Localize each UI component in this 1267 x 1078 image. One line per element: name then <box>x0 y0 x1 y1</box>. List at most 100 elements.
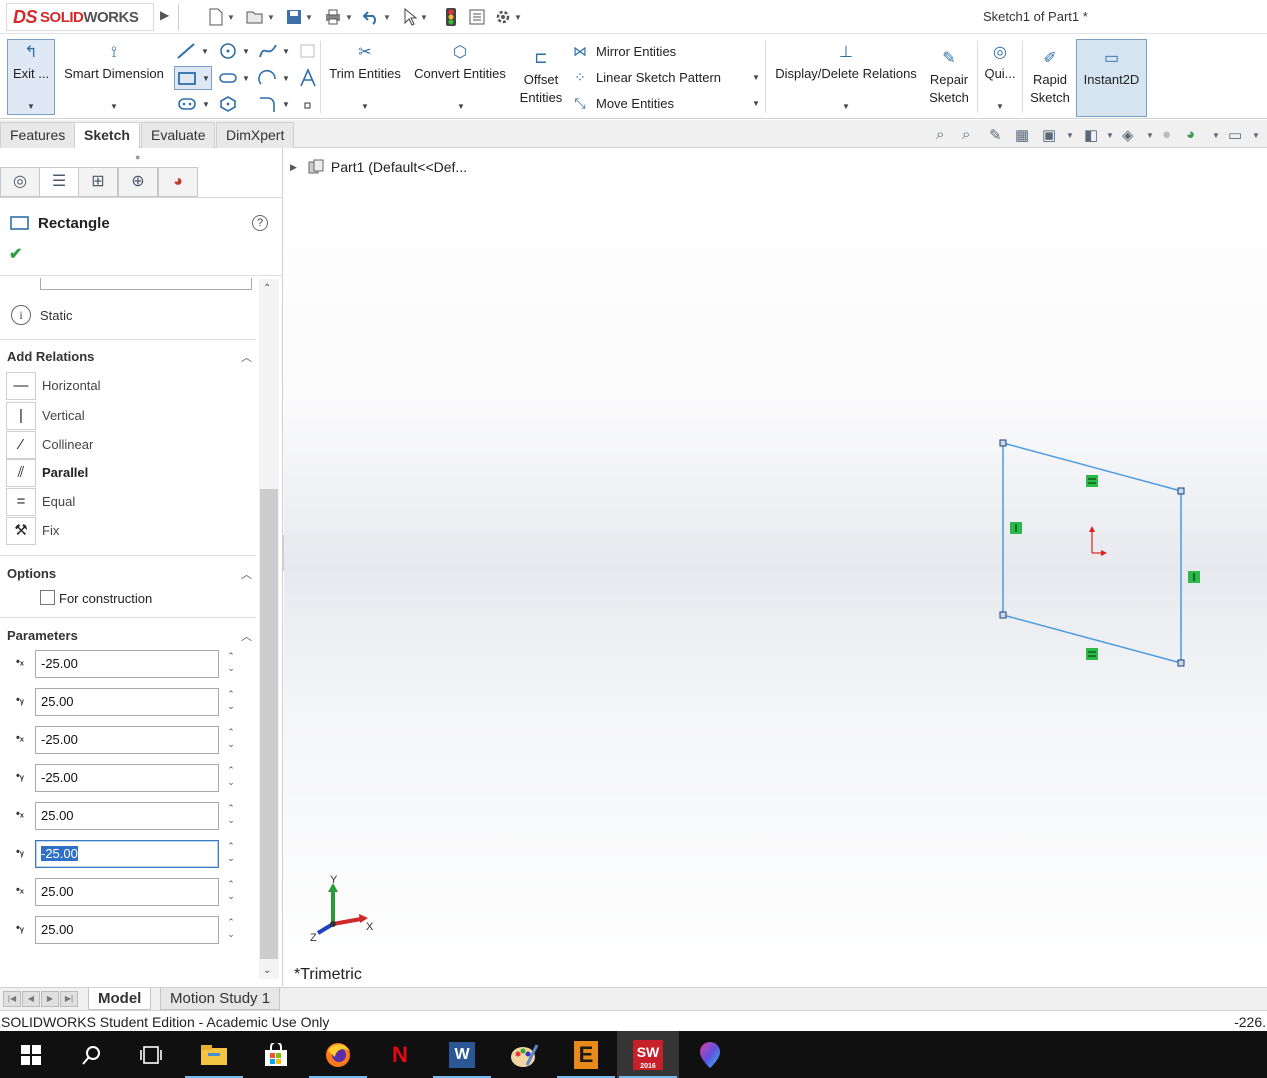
view-dropdown-icon[interactable]: ▼ <box>1066 131 1074 140</box>
relation-glyph-horizontal-top[interactable] <box>1086 475 1098 487</box>
relation-collinear[interactable]: ⁄ Collinear <box>6 431 251 459</box>
relation-fix[interactable]: ⚒ Fix <box>6 517 251 545</box>
e-app-button[interactable]: E <box>555 1031 617 1078</box>
search-button[interactable] <box>60 1031 122 1078</box>
parameter-input[interactable]: 25.00 <box>35 802 219 830</box>
word-button[interactable]: W <box>431 1031 493 1078</box>
start-button[interactable] <box>0 1031 62 1078</box>
tab-motion-study-1[interactable]: Motion Study 1 <box>160 988 281 1010</box>
relation-parallel[interactable]: ⫽ Parallel <box>6 459 251 487</box>
parameter-input[interactable]: -25.00 <box>35 726 219 754</box>
trim-entities-button[interactable]: ✂ Trim Entities <box>326 43 404 83</box>
new-document-button[interactable]: ▼ <box>208 7 235 27</box>
next-tab-icon[interactable]: ▶ <box>41 991 59 1007</box>
view-settings-icon[interactable]: ▭ <box>1228 126 1242 144</box>
previous-view-icon[interactable]: ✎ <box>989 126 1002 144</box>
arc-tool-button[interactable] <box>258 69 278 90</box>
instant2d-button[interactable]: ▭ Instant2D <box>1078 49 1145 89</box>
dimxpert-manager-tab-icon[interactable]: ⊕ <box>118 167 158 197</box>
arc-dropdown-icon[interactable]: ▼ <box>282 74 290 83</box>
fillet-dropdown-icon[interactable]: ▼ <box>282 100 290 109</box>
linear-sketch-pattern-button[interactable]: ⁘ Linear Sketch Pattern <box>570 69 721 86</box>
appearance-icon[interactable]: ◕ <box>1186 126 1195 143</box>
trim-dropdown-icon[interactable]: ▼ <box>361 102 369 111</box>
text-tool-button[interactable] <box>298 68 318 91</box>
undo-button[interactable]: ▼ <box>362 7 391 27</box>
parameter-input[interactable]: -25.00 <box>35 650 219 678</box>
repair-sketch-button[interactable]: ✎ Repair Sketch <box>926 49 972 107</box>
orientation-dropdown-icon[interactable]: ▼ <box>1106 131 1114 140</box>
slot-dropdown-icon[interactable]: ▼ <box>242 74 250 83</box>
netflix-button[interactable]: N <box>369 1031 431 1078</box>
zoom-to-area-icon[interactable]: ⌕ <box>962 126 970 143</box>
sketch-vertex[interactable] <box>999 439 1007 447</box>
tab-features[interactable]: Features <box>0 122 76 148</box>
view-settings-dropdown-icon[interactable]: ▼ <box>1252 131 1260 140</box>
ok-checkmark-icon[interactable]: ✔ <box>9 244 22 264</box>
parameter-input[interactable]: -25.00 <box>35 764 219 792</box>
feature-manager-tab-icon[interactable]: ◎ <box>0 167 40 197</box>
parameter-x-field[interactable]: •ₓ 25.00 ⌃ ⌄ <box>14 802 244 830</box>
file-explorer-button[interactable] <box>183 1031 245 1078</box>
relation-vertical[interactable]: | Vertical <box>6 402 251 430</box>
convert-dropdown-icon[interactable]: ▼ <box>457 102 465 111</box>
display-style-dropdown-icon[interactable]: ▼ <box>1146 131 1154 140</box>
balloon-app-button[interactable] <box>679 1031 741 1078</box>
spinner-icon[interactable]: ⌃ ⌄ <box>225 878 237 906</box>
parameter-input[interactable]: 25.00 <box>35 688 219 716</box>
move-entities-button[interactable]: ⤡ Move Entities <box>570 95 674 112</box>
partial-list-box[interactable] <box>40 278 252 290</box>
help-icon[interactable]: ? <box>252 215 268 231</box>
point-tool-button[interactable] <box>304 98 312 113</box>
spline-tool-button[interactable] <box>258 42 278 63</box>
move-dropdown-icon[interactable]: ▼ <box>752 99 760 108</box>
pattern-dropdown-icon[interactable]: ▼ <box>752 73 760 82</box>
slot-tool-button[interactable] <box>218 69 238 90</box>
collapse-add-relations-icon[interactable]: ︿ <box>241 349 252 365</box>
rapid-sketch-button[interactable]: ✐ Rapid Sketch <box>1026 49 1074 107</box>
smart-dimension-dropdown-icon[interactable]: ▼ <box>110 102 118 111</box>
collapse-parameters-icon[interactable]: ︿ <box>241 628 252 644</box>
property-manager-tab-icon[interactable]: ☰ <box>39 167 79 197</box>
parameter-input[interactable]: 25.00 <box>35 916 219 944</box>
smart-dimension-button[interactable]: ⟟ Smart Dimension <box>60 43 168 83</box>
tab-model[interactable]: Model <box>88 988 152 1010</box>
parameter-y-field-focused[interactable]: •ᵧ -25.00 ⌃ ⌄ <box>14 840 244 868</box>
spinner-icon[interactable]: ⌃ ⌄ <box>225 650 237 678</box>
sketch-vertex[interactable] <box>1177 659 1185 667</box>
parameter-input-focused[interactable]: -25.00 <box>35 840 219 868</box>
spinner-icon[interactable]: ⌃ ⌄ <box>225 840 237 868</box>
open-button[interactable]: ▼ <box>246 7 275 27</box>
relation-equal[interactable]: = Equal <box>6 488 251 516</box>
configuration-manager-tab-icon[interactable]: ⊞ <box>78 167 118 197</box>
display-manager-tab-icon[interactable]: ◕ <box>158 167 198 197</box>
exit-sketch-button[interactable]: ↰ Exit ... <box>8 43 54 83</box>
relation-glyph-horizontal-bottom[interactable] <box>1086 648 1098 660</box>
paint-button[interactable] <box>493 1031 555 1078</box>
rectangle-tool-button[interactable] <box>177 69 197 90</box>
panel-grip-icon[interactable]: ● <box>135 152 140 162</box>
display-delete-relations-button[interactable]: ⊥ Display/Delete Relations <box>770 43 922 83</box>
view-orientation-icon[interactable]: ◧ <box>1084 126 1098 144</box>
spinner-icon[interactable]: ⌃ ⌄ <box>225 764 237 792</box>
parameter-y-field[interactable]: •ᵧ -25.00 ⌃ ⌄ <box>14 764 244 792</box>
dynamic-annotation-icon[interactable]: ▣ <box>1042 126 1056 144</box>
panel-scrollbar[interactable]: ⌃ ⌄ <box>259 279 279 979</box>
surface-tool-button[interactable] <box>298 42 318 63</box>
straight-slot-tool-button[interactable] <box>177 96 197 115</box>
exit-sketch-dropdown-icon[interactable]: ▼ <box>27 102 35 111</box>
parameter-y-field[interactable]: •ᵧ 25.00 ⌃ ⌄ <box>14 916 244 944</box>
line-dropdown-icon[interactable]: ▼ <box>201 47 209 56</box>
scroll-down-icon[interactable]: ⌄ <box>263 965 271 976</box>
parameter-x-field[interactable]: •ₓ -25.00 ⌃ ⌄ <box>14 726 244 754</box>
mirror-entities-button[interactable]: ⋈ Mirror Entities <box>570 43 676 60</box>
section-view-icon[interactable]: ▦ <box>1015 126 1029 144</box>
collapse-options-icon[interactable]: ︿ <box>241 566 252 582</box>
store-button[interactable] <box>245 1031 307 1078</box>
file-properties-button[interactable] <box>469 7 485 27</box>
last-tab-icon[interactable]: ▶| <box>60 991 78 1007</box>
relation-glyph-vertical-right[interactable] <box>1188 571 1200 583</box>
quick-snaps-button[interactable]: ◎ Qui... <box>981 43 1019 83</box>
fillet-tool-button[interactable] <box>258 96 278 115</box>
spinner-icon[interactable]: ⌃ ⌄ <box>225 688 237 716</box>
